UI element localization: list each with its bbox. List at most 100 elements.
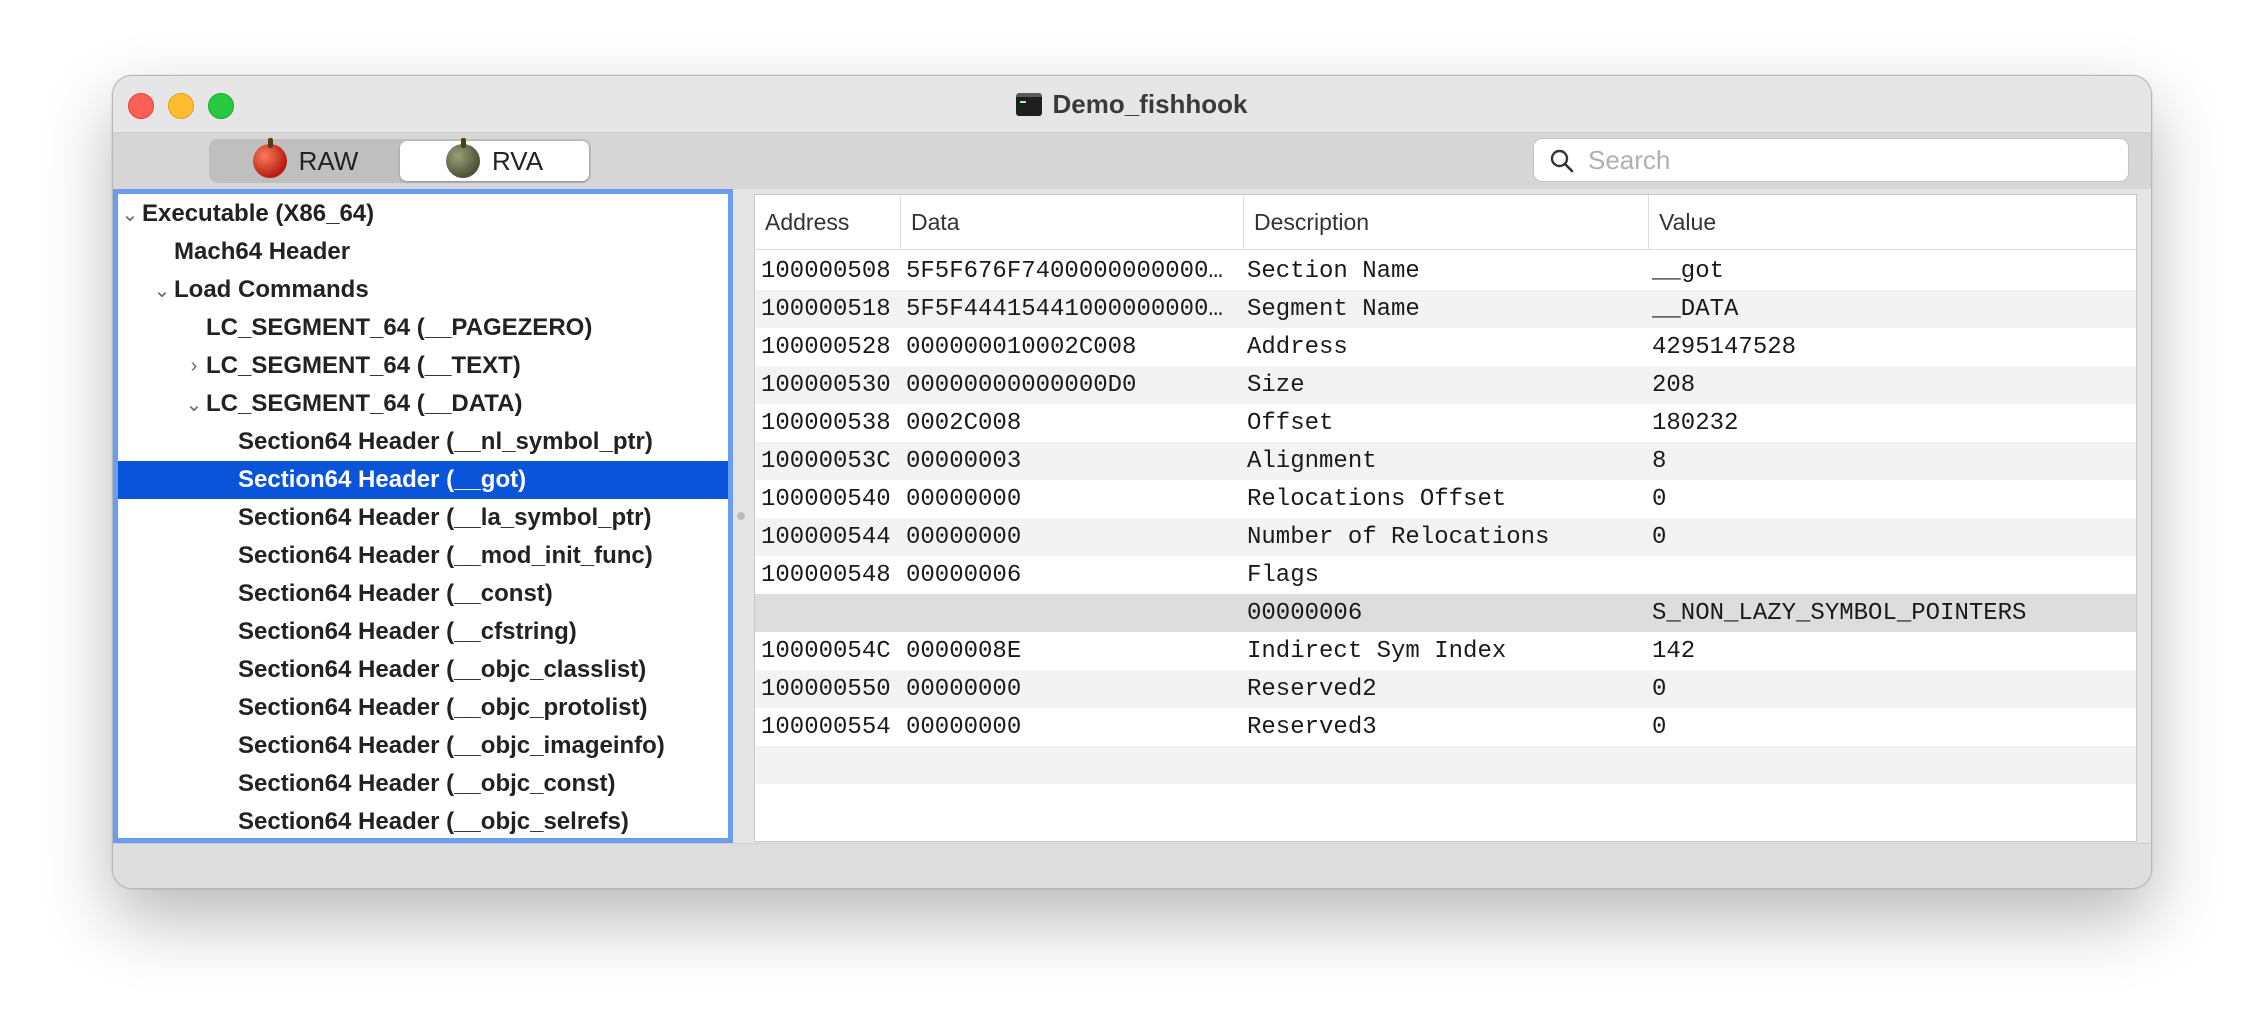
cell-address: 10000054C xyxy=(761,637,891,665)
tree-item-section-selected[interactable]: Section64 Header (__got) xyxy=(118,461,728,499)
tree-item-section[interactable]: Section64 Header (__objc_protolist) xyxy=(118,689,728,727)
window-title-group: Demo_fishhook xyxy=(113,76,2151,132)
tree-item-section[interactable]: Section64 Header (__mod_init_func) xyxy=(118,537,728,575)
tree-item-label: Section64 Header (__la_symbol_ptr) xyxy=(238,504,652,531)
cell-data xyxy=(906,594,1241,632)
cell-description: 00000006 xyxy=(1247,599,1363,627)
cell-value: 142 xyxy=(1652,637,1696,665)
cell-value: 0 xyxy=(1652,523,1667,551)
raw-mode-label: RAW xyxy=(298,145,359,176)
rva-mode-label: RVA xyxy=(491,145,544,176)
cell-address: 100000540 xyxy=(761,485,891,513)
column-header-value[interactable]: Value xyxy=(1648,195,2136,249)
column-header-description[interactable]: Description xyxy=(1243,195,1648,249)
table-row[interactable]: 100000550 00000000 Reserved2 0 xyxy=(755,670,2136,708)
cell-data: 000000010002C008 xyxy=(906,333,1137,361)
tree-item-section[interactable]: Section64 Header (__const) xyxy=(118,575,728,613)
tree-item-section[interactable]: Section64 Header (__nl_symbol_ptr) xyxy=(118,423,728,461)
chevron-down-icon[interactable]: ⌄ xyxy=(152,280,172,302)
table-row[interactable]: 100000518 5F5F44415441000000000… Segment N… xyxy=(755,290,2136,328)
cell-value: __DATA xyxy=(1652,295,1739,323)
tree-item-label: LC_SEGMENT_64 (__TEXT) xyxy=(206,352,521,379)
status-bar xyxy=(113,843,2151,888)
table-row[interactable]: 100000538 0002C008 Offset 180232 xyxy=(755,404,2136,442)
details-table[interactable]: Address Data Description Value 100000508… xyxy=(754,194,2137,842)
cell-value: 0 xyxy=(1652,675,1667,703)
tree-item-section[interactable]: Section64 Header (__objc_selrefs) xyxy=(118,803,728,838)
red-apple-icon xyxy=(252,138,287,178)
cell-description: Section Name xyxy=(1247,257,1420,285)
tree-item-executable[interactable]: ⌄ Executable (X86_64) xyxy=(118,195,728,233)
tree-item-label: Section64 Header (__nl_symbol_ptr) xyxy=(238,428,653,455)
cell-address: 100000538 xyxy=(761,409,891,437)
cell-description: Number of Relocations xyxy=(1247,523,1550,551)
tree-item-section[interactable]: Section64 Header (__objc_classlist) xyxy=(118,651,728,689)
cell-description: Indirect Sym Index xyxy=(1247,637,1507,665)
cell-value: 4295147528 xyxy=(1652,333,1797,361)
table-row[interactable]: 100000528 000000010002C008 Address 42951475… xyxy=(755,328,2136,366)
tree-item-label: Mach64 Header xyxy=(174,238,351,265)
tree-item-label: Section64 Header (__objc_selrefs) xyxy=(238,808,629,835)
olive-apple-icon xyxy=(445,138,480,178)
tree-item-section[interactable]: Section64 Header (__la_symbol_ptr) xyxy=(118,499,728,537)
table-row[interactable]: 00000006 S_NON_LAZY_SYMBOL_POINTERS xyxy=(755,594,2136,632)
cell-description: Reserved2 xyxy=(1247,675,1377,703)
cell-description: Address xyxy=(1247,333,1348,361)
cell-data: 00000006 xyxy=(906,561,1022,589)
title-bar[interactable]: Demo_fishhook xyxy=(113,76,2151,133)
tree-item-section[interactable]: Section64 Header (__objc_const) xyxy=(118,765,728,803)
cell-description: Alignment xyxy=(1247,447,1377,475)
chevron-right-icon[interactable]: › xyxy=(184,355,204,377)
table-row[interactable]: 100000544 00000000 Number of Relocations 0 xyxy=(755,518,2136,556)
cell-address: 100000530 xyxy=(761,371,891,399)
search-field[interactable] xyxy=(1533,138,2129,182)
cell-address: 100000554 xyxy=(761,713,891,741)
empty-table-row[interactable] xyxy=(755,746,2136,784)
tree-item-section[interactable]: Section64 Header (__cfstring) xyxy=(118,613,728,651)
tree-item-label: LC_SEGMENT_64 (__DATA) xyxy=(206,390,523,417)
table-row[interactable]: 10000054C 0000008E Indirect Sym Index 142 xyxy=(755,632,2136,670)
cell-address: 10000053C xyxy=(761,447,891,475)
structure-tree[interactable]: ⌄ Executable (X86_64) Mach64 Header ⌄ Lo… xyxy=(113,189,733,843)
cell-data: 00000003 xyxy=(906,447,1022,475)
table-row[interactable]: 100000554 00000000 Reserved3 0 xyxy=(755,708,2136,746)
rva-mode-button[interactable]: RVA xyxy=(400,138,589,181)
column-header-address[interactable]: Address xyxy=(755,195,900,249)
tree-item-load-commands[interactable]: ⌄ Load Commands xyxy=(118,271,728,309)
table-row[interactable]: 10000053C 00000003 Alignment 8 xyxy=(755,442,2136,480)
cell-data: 5F5F676F7400000000000… xyxy=(906,257,1223,285)
cell-address: 100000550 xyxy=(761,675,891,703)
tree-item-section[interactable]: Section64 Header (__objc_imageinfo) xyxy=(118,727,728,765)
terminal-icon xyxy=(1016,92,1043,116)
cell-data: 5F5F44415441000000000… xyxy=(906,295,1223,323)
tree-item-label: Section64 Header (__objc_const) xyxy=(238,770,616,797)
window-title: Demo_fishhook xyxy=(1052,88,1248,119)
cell-address: 100000508 xyxy=(761,257,891,285)
search-input[interactable] xyxy=(1586,141,2110,179)
split-view-divider-handle[interactable] xyxy=(737,512,745,520)
tree-item-label: Section64 Header (__mod_init_func) xyxy=(238,542,653,569)
tree-item-mach64-header[interactable]: Mach64 Header xyxy=(118,233,728,271)
cell-description: Segment Name xyxy=(1247,295,1420,323)
mode-segmented-control: RAW RVA xyxy=(209,138,591,183)
cell-value: 208 xyxy=(1652,371,1696,399)
cell-description: Flags xyxy=(1247,561,1320,589)
table-row[interactable]: 100000530 00000000000000D0 Size 208 xyxy=(755,366,2136,404)
cell-data: 0000008E xyxy=(906,637,1022,665)
tree-item-label: Section64 Header (__got) xyxy=(238,466,527,493)
tree-item-label: Load Commands xyxy=(174,276,369,303)
cell-address xyxy=(761,594,901,632)
chevron-down-icon[interactable]: ⌄ xyxy=(120,204,140,226)
table-row[interactable]: 100000540 00000000 Relocations Offset 0 xyxy=(755,480,2136,518)
cell-data: 00000000 xyxy=(906,675,1022,703)
tree-item-segment-pagezero[interactable]: LC_SEGMENT_64 (__PAGEZERO) xyxy=(118,309,728,347)
table-row[interactable]: 100000508 5F5F676F7400000000000… Section N… xyxy=(755,252,2136,290)
chevron-down-icon[interactable]: ⌄ xyxy=(184,394,204,416)
raw-mode-button[interactable]: RAW xyxy=(211,138,400,181)
tree-item-segment-text[interactable]: › LC_SEGMENT_64 (__TEXT) xyxy=(118,347,728,385)
tree-item-segment-data[interactable]: ⌄ LC_SEGMENT_64 (__DATA) xyxy=(118,385,728,423)
column-header-data[interactable]: Data xyxy=(900,195,1243,249)
empty-table-row[interactable] xyxy=(755,784,2136,822)
table-row[interactable]: 100000548 00000006 Flags xyxy=(755,556,2136,594)
tree-item-label: Executable (X86_64) xyxy=(142,200,375,227)
